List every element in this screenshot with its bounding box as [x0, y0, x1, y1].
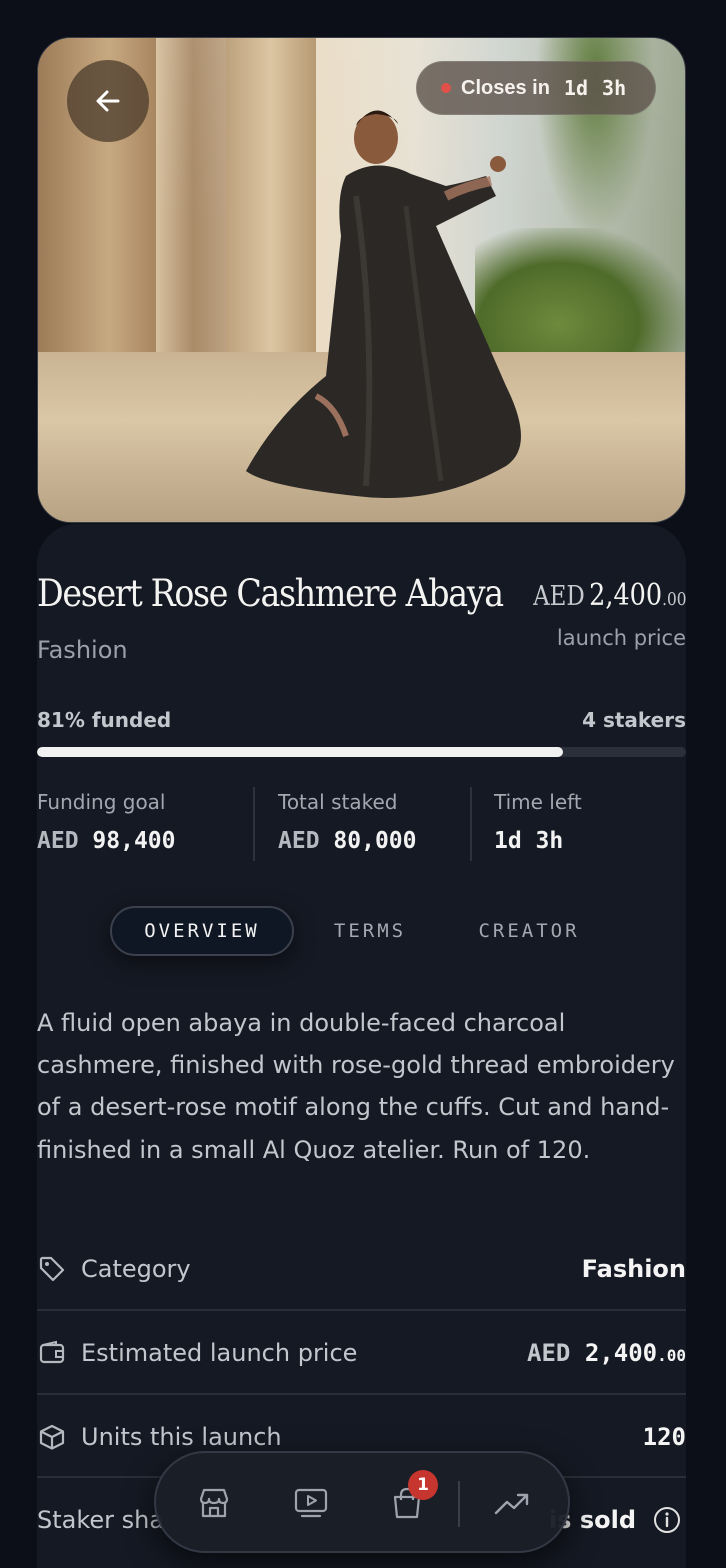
product-title: Desert Rose Cashmere Abaya	[37, 572, 504, 615]
stat-funding-goal: Funding goal AED 98,400	[37, 790, 176, 854]
arrow-left-icon	[96, 90, 120, 112]
detail-row-launch-price: Estimated launch price AED 2,400.00	[37, 1311, 686, 1394]
detail-value: AED 2,400.00	[527, 1339, 686, 1367]
stat-number: 98,400	[92, 828, 176, 854]
stat-unit: AED	[278, 828, 320, 854]
stat-number: 80,000	[333, 828, 417, 854]
nav-divider	[458, 1481, 460, 1527]
stat-total-staked: Total staked AED 80,000	[278, 790, 417, 854]
stat-value: AED 98,400	[37, 828, 176, 854]
stat-label: Time left	[494, 790, 582, 814]
funding-progress-bar	[37, 747, 686, 757]
bottom-nav-bar	[154, 1451, 570, 1553]
store-icon	[199, 1488, 229, 1518]
trending-up-icon	[494, 1493, 529, 1515]
detail-label: Category	[81, 1254, 191, 1283]
nav-store-button[interactable]	[194, 1483, 234, 1523]
detail-decimals: .00	[657, 1345, 686, 1365]
nav-video-button[interactable]	[291, 1483, 331, 1523]
video-play-icon	[294, 1488, 328, 1518]
launch-price-label: launch price	[556, 626, 686, 650]
detail-currency: AED	[527, 1338, 571, 1367]
tab-creator[interactable]: CREATOR	[446, 906, 612, 956]
price-currency: AED	[532, 581, 585, 612]
product-description: A fluid open abaya in double-faced charc…	[37, 1009, 675, 1164]
funded-percent: 81% funded	[37, 708, 172, 732]
stakers-count: 4 stakers	[582, 708, 686, 732]
box-icon	[37, 1422, 67, 1452]
launch-price: AED 2,400.00	[533, 578, 686, 613]
closes-label: Closes in	[461, 76, 550, 99]
cart-count-badge: 1	[408, 1470, 438, 1500]
price-decimals: .00	[661, 589, 686, 610]
stat-time-left: Time left 1d 3h	[494, 790, 582, 854]
stat-number: 1d 3h	[494, 828, 564, 854]
stat-unit: AED	[37, 828, 79, 854]
detail-value: Fashion	[581, 1254, 686, 1283]
stat-label: Total staked	[278, 790, 398, 814]
stat-value: 1d 3h	[494, 828, 582, 854]
detail-label: Units this launch	[81, 1422, 282, 1451]
detail-amount: 2,400	[584, 1338, 658, 1367]
detail-value: 120	[642, 1422, 686, 1451]
tag-icon	[37, 1254, 67, 1284]
abaya-model-figure	[246, 110, 521, 498]
stat-label: Funding goal	[37, 790, 166, 814]
funding-progress-fill	[37, 747, 563, 757]
tab-overview[interactable]: OVERVIEW	[110, 906, 294, 956]
live-dot-icon	[441, 83, 451, 93]
stat-divider	[253, 787, 255, 861]
wallet-icon	[37, 1338, 67, 1368]
detail-label: Estimated launch price	[81, 1338, 358, 1367]
info-icon[interactable]	[652, 1505, 682, 1535]
tab-terms[interactable]: TERMS	[294, 906, 446, 956]
detail-row-category: Category Fashion	[37, 1227, 686, 1310]
nav-trending-button[interactable]	[492, 1483, 532, 1523]
product-category: Fashion	[37, 636, 128, 664]
closes-time: 1d 3h	[563, 76, 627, 100]
stat-value: AED 80,000	[278, 828, 417, 854]
closes-in-badge: Closes in 1d 3h	[416, 61, 656, 115]
detail-tabs: OVERVIEW TERMS CREATOR	[110, 906, 612, 956]
stat-divider	[470, 787, 472, 861]
back-button[interactable]	[67, 60, 149, 142]
price-amount: 2,400	[588, 578, 662, 613]
